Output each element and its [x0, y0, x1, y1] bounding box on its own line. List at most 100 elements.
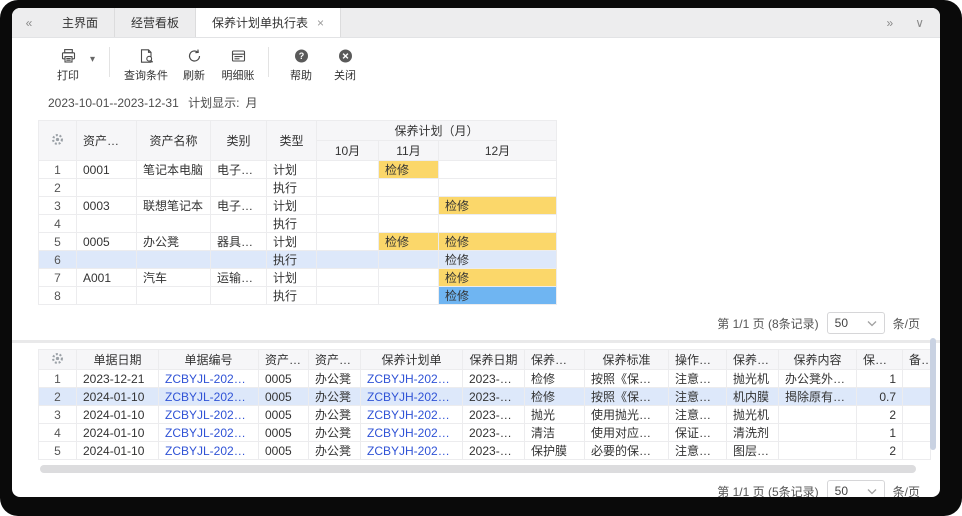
cell-category[interactable]	[211, 287, 267, 305]
cell-month-10[interactable]	[317, 287, 379, 305]
cell-tool[interactable]: 图层保护贴	[727, 442, 779, 460]
cell-asset-no[interactable]: 0005	[259, 442, 309, 460]
cell-type[interactable]: 计划	[267, 197, 317, 215]
tab-dashboard[interactable]: 经营看板	[115, 8, 196, 37]
cell-month-10[interactable]	[317, 269, 379, 287]
cell-asset-name[interactable]: 办公凳	[309, 406, 361, 424]
cell-asset-no[interactable]: 0005	[259, 406, 309, 424]
cell-points[interactable]: 注意资产检修...	[669, 370, 727, 388]
cell-doc-date[interactable]: 2024-01-10	[77, 406, 159, 424]
cell-asset-name[interactable]: 办公凳	[309, 370, 361, 388]
cell-doc-date[interactable]: 2024-01-10	[77, 442, 159, 460]
cell-points[interactable]: 保证纸巾无污染	[669, 424, 727, 442]
horizontal-scrollbar[interactable]	[40, 465, 916, 473]
cell-category[interactable]: 运输设备	[211, 269, 267, 287]
cell-asset-no[interactable]: 0005	[77, 233, 137, 251]
cell-hours[interactable]: 1	[857, 424, 903, 442]
cell-asset-name[interactable]: 笔记本电脑	[137, 161, 211, 179]
col-maint-date[interactable]: 保养日期	[463, 350, 525, 370]
tabs-scroll-left-icon[interactable]: «	[12, 8, 46, 37]
cell-month-11[interactable]	[379, 251, 439, 269]
col-plan-no[interactable]: 保养计划单	[361, 350, 463, 370]
cell-item[interactable]: 抛光	[525, 406, 585, 424]
cell-asset-no[interactable]: A001	[77, 269, 137, 287]
refresh-button[interactable]: 刷新	[172, 48, 216, 83]
cell-asset-no[interactable]	[77, 251, 137, 269]
col-doc-no[interactable]: 单据编号	[159, 350, 259, 370]
cell-content[interactable]	[779, 406, 857, 424]
cell-doc-no-link[interactable]: ZCBYJL-2024-01-10-00001	[159, 442, 259, 460]
cell-points[interactable]: 注意资产检修...	[669, 388, 727, 406]
cell-remark[interactable]	[903, 424, 931, 442]
cell-item[interactable]: 检修	[525, 388, 585, 406]
plan-table-row[interactable]: 4 执行	[39, 215, 557, 233]
cell-standard[interactable]: 必要的保护膜检测	[585, 442, 669, 460]
order-table-settings[interactable]	[39, 350, 77, 370]
page-size-select[interactable]: 50	[827, 312, 885, 334]
order-table-row[interactable]: 4 2024-01-10 ZCBYJL-2024-01-10-00001 000…	[39, 424, 931, 442]
cell-maint-date[interactable]: 2023-12-01	[463, 406, 525, 424]
cell-month-10[interactable]	[317, 161, 379, 179]
cell-remark[interactable]	[903, 406, 931, 424]
col-points[interactable]: 操作要点	[669, 350, 727, 370]
cell-doc-no-link[interactable]: ZCBYJL-2024-01-10-00001	[159, 406, 259, 424]
cell-asset-name[interactable]: 办公凳	[309, 424, 361, 442]
cell-standard[interactable]: 按照《保养执行手册》...	[585, 370, 669, 388]
cell-standard[interactable]: 使用抛光机完成表面清洁	[585, 406, 669, 424]
section-splitter[interactable]	[12, 340, 940, 343]
cell-doc-no-link[interactable]: ZCBYJL-2024-01-10-00001	[159, 424, 259, 442]
cell-doc-date[interactable]: 2024-01-10	[77, 388, 159, 406]
cell-points[interactable]: 注意上膜时勿...	[669, 442, 727, 460]
col-month-10[interactable]: 10月	[317, 141, 379, 161]
tab-maintenance-plan-report[interactable]: 保养计划单执行表 ×	[196, 8, 341, 37]
plan-table-row[interactable]: 2 执行	[39, 179, 557, 197]
cell-month-12[interactable]: 检修	[439, 251, 557, 269]
tab-menu-icon[interactable]: ∨	[915, 16, 924, 30]
print-dropdown-caret-icon[interactable]: ▾	[90, 54, 101, 77]
col-doc-date[interactable]: 单据日期	[77, 350, 159, 370]
col-type[interactable]: 类型	[267, 121, 317, 161]
cell-item[interactable]: 保护膜	[525, 442, 585, 460]
cell-points[interactable]: 注意上图层膜	[669, 406, 727, 424]
cell-month-11[interactable]	[379, 287, 439, 305]
cell-asset-name[interactable]	[137, 179, 211, 197]
cell-doc-no-link[interactable]: ZCBYJL-2023-12-21-00002	[159, 370, 259, 388]
cell-month-11[interactable]: 检修	[379, 161, 439, 179]
cell-doc-no-link[interactable]: ZCBYJL-2024-01-10-00001	[159, 388, 259, 406]
cell-month-10[interactable]	[317, 179, 379, 197]
print-button[interactable]: 打印	[46, 48, 90, 83]
cell-content[interactable]	[779, 424, 857, 442]
close-button[interactable]: 关闭	[323, 48, 367, 83]
col-asset-no[interactable]: 资产编号	[259, 350, 309, 370]
cell-item[interactable]: 清洁	[525, 424, 585, 442]
cell-maint-date[interactable]: 2023-12-01	[463, 424, 525, 442]
cell-asset-name[interactable]	[137, 251, 211, 269]
cell-category[interactable]: 电子设备	[211, 161, 267, 179]
cell-tool[interactable]: 抛光机	[727, 370, 779, 388]
cell-hours[interactable]: 2	[857, 442, 903, 460]
cell-doc-date[interactable]: 2023-12-21	[77, 370, 159, 388]
col-asset-name[interactable]: 资产名称	[137, 121, 211, 161]
query-conditions-button[interactable]: 查询条件	[120, 48, 172, 83]
cell-plan-no-link[interactable]: ZCBYJH-2023-12-21-00003	[361, 424, 463, 442]
cell-maint-date[interactable]: 2023-12-01	[463, 388, 525, 406]
cell-plan-no-link[interactable]: ZCBYJH-2023-12-21-00003	[361, 388, 463, 406]
col-tool[interactable]: 保养工具	[727, 350, 779, 370]
cell-month-11[interactable]	[379, 215, 439, 233]
cell-month-10[interactable]	[317, 215, 379, 233]
cell-standard[interactable]: 按照《保养执行手册》...	[585, 388, 669, 406]
cell-type[interactable]: 执行	[267, 215, 317, 233]
cell-asset-no[interactable]: 0005	[259, 424, 309, 442]
cell-asset-name[interactable]: 联想笔记本	[137, 197, 211, 215]
cell-month-11[interactable]	[379, 197, 439, 215]
cell-month-11[interactable]	[379, 269, 439, 287]
cell-hours[interactable]: 0.7	[857, 388, 903, 406]
cell-hours[interactable]: 1	[857, 370, 903, 388]
tab-main[interactable]: 主界面	[46, 8, 115, 37]
cell-month-12[interactable]: 检修	[439, 197, 557, 215]
plan-table-row[interactable]: 5 0005 办公凳 器具工具 计划 检修 检修	[39, 233, 557, 251]
cell-month-11[interactable]	[379, 179, 439, 197]
cell-month-12[interactable]	[439, 215, 557, 233]
plan-table-row[interactable]: 1 0001 笔记本电脑 电子设备 计划 检修	[39, 161, 557, 179]
col-item[interactable]: 保养项目	[525, 350, 585, 370]
